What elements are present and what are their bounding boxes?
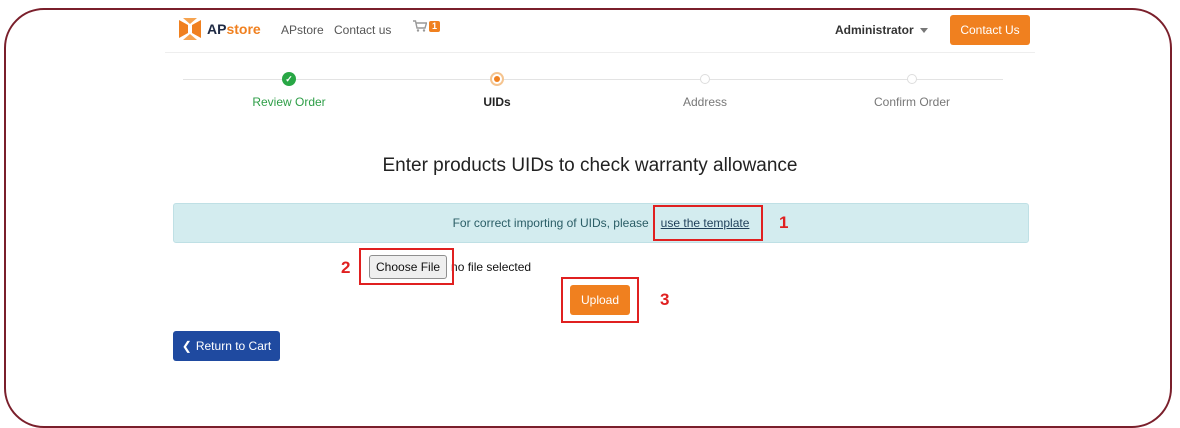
return-label: Return to Cart xyxy=(195,339,272,353)
chevron-down-icon xyxy=(919,27,928,33)
annotation-number-2: 2 xyxy=(341,258,351,277)
annotation-number-3: 3 xyxy=(660,290,670,309)
return-to-cart-button[interactable]: ❮ Return to Cart xyxy=(173,331,280,361)
step-label-address: Address xyxy=(682,95,728,109)
contact-us-button[interactable]: Contact Us xyxy=(950,15,1030,45)
page-title: Enter products UIDs to check warranty al… xyxy=(382,155,798,176)
step-todo-dot xyxy=(907,74,917,84)
annotation-number-1: 1 xyxy=(779,213,789,232)
top-nav: APstore APstore Contact us 1 Administrat… xyxy=(165,12,1035,50)
cart-icon xyxy=(413,20,427,32)
stepper-line xyxy=(183,79,1003,80)
step-label-uids: UIDs xyxy=(483,95,511,109)
annotation-box-2 xyxy=(359,248,454,285)
step-done-check-icon: ✓ xyxy=(282,72,296,86)
annotation-box-3 xyxy=(561,277,639,323)
logo[interactable]: APstore xyxy=(177,18,261,40)
step-todo-dot xyxy=(700,74,710,84)
user-menu[interactable]: Administrator xyxy=(835,23,928,37)
info-alert: For correct importing of UIDs, please us… xyxy=(173,203,1029,243)
nav-link-contact[interactable]: Contact us xyxy=(334,23,391,37)
step-active-dot xyxy=(490,72,504,86)
annotation-box-1 xyxy=(653,205,763,241)
nav-link-apstore[interactable]: APstore xyxy=(281,23,324,37)
nav-divider xyxy=(165,52,1035,53)
file-status: no file selected xyxy=(451,260,532,274)
logo-icon xyxy=(179,18,201,40)
logo-text: APstore xyxy=(207,21,261,37)
chevron-left-icon: ❮ xyxy=(181,339,192,353)
step-label-confirm: Confirm Order xyxy=(873,95,950,109)
alert-text: For correct importing of UIDs, please xyxy=(452,216,649,230)
cart-button[interactable]: 1 xyxy=(413,20,440,32)
step-label-review[interactable]: Review Order xyxy=(209,95,369,109)
user-label: Administrator xyxy=(835,23,914,37)
cart-badge: 1 xyxy=(429,20,440,32)
